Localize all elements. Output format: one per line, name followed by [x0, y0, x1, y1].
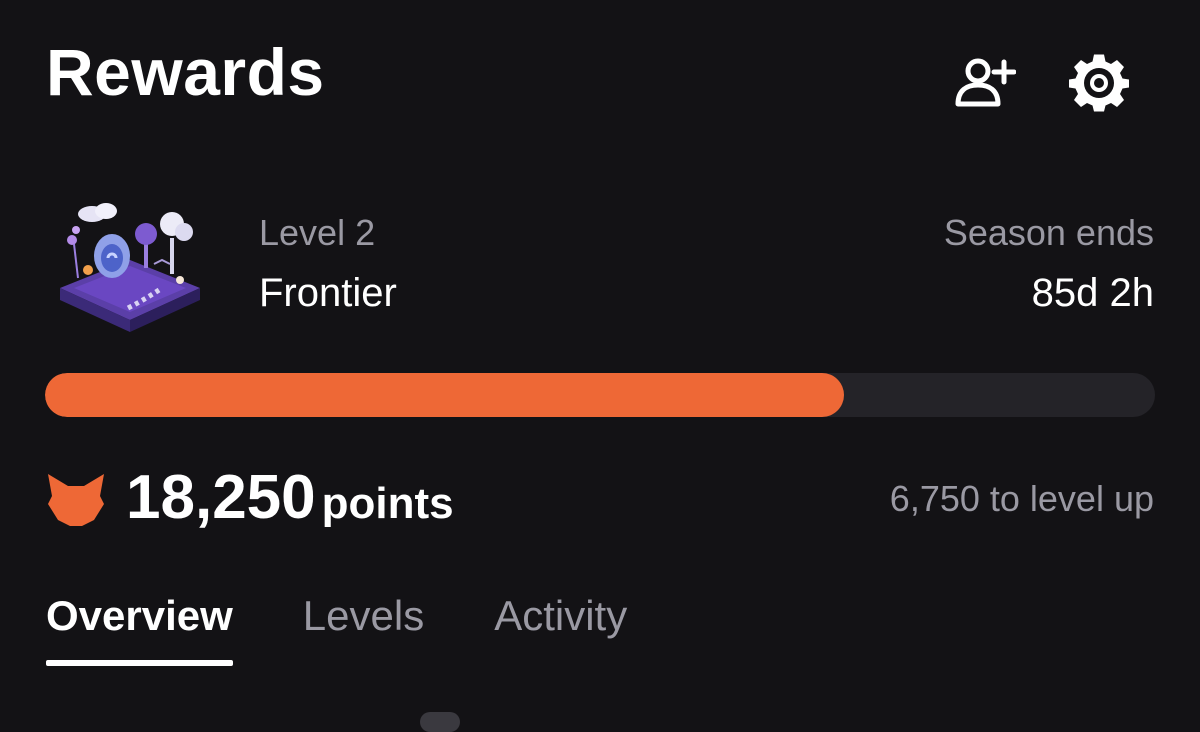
level-progress-bar [45, 373, 1155, 417]
points-total: 18,250 points [126, 462, 454, 540]
level-summary: Level 2 Frontier Season ends 85d 2h [46, 198, 1154, 338]
rewards-tabs: Overview Levels Activity [46, 590, 627, 666]
season-label: Season ends [943, 212, 1154, 253]
points-unit: points [321, 479, 454, 528]
level-label: Level 2 [259, 212, 376, 253]
points-number: 18,250 [126, 463, 316, 532]
season-info: Season ends 85d 2h [944, 210, 1154, 320]
level-info: Level 2 Frontier [259, 210, 397, 320]
season-countdown: 85d 2h [1031, 271, 1154, 315]
level-illustration [60, 203, 200, 332]
points-to-level-up: 6,750 to level up [889, 478, 1154, 519]
tab-overview[interactable]: Overview [46, 590, 233, 666]
settings-button[interactable] [1068, 52, 1130, 114]
gear-icon [1069, 54, 1129, 112]
fox-icon [48, 474, 104, 526]
page-title: Rewards [46, 35, 325, 109]
add-user-icon [955, 58, 1016, 107]
tab-activity[interactable]: Activity [494, 590, 627, 666]
header-actions [954, 52, 1130, 114]
points-summary: 18,250 points 6,750 to level up [46, 462, 1154, 532]
tab-levels[interactable]: Levels [303, 590, 424, 666]
level-progress-fill [45, 373, 845, 417]
content-peek [420, 712, 460, 732]
level-name: Frontier [259, 271, 397, 315]
add-user-button[interactable] [954, 52, 1016, 114]
